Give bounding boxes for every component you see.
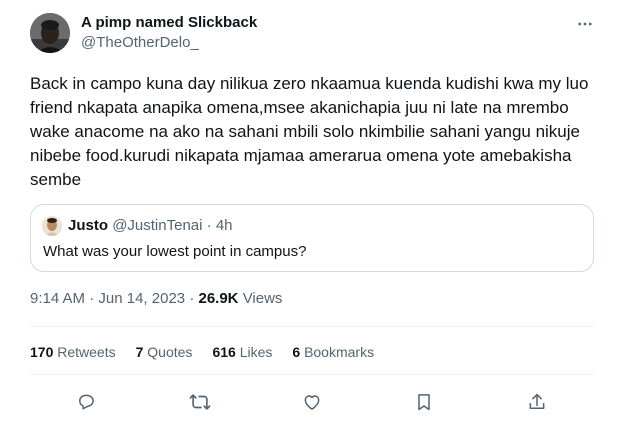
bookmark-button[interactable] (411, 389, 437, 415)
quotes-label: Quotes (147, 344, 193, 360)
divider-bottom (30, 374, 594, 375)
likes-label: Likes (239, 344, 273, 360)
more-icon (578, 22, 592, 26)
reply-icon (79, 394, 94, 410)
share-button[interactable] (524, 389, 550, 415)
tweet-text: Back in campo kuna day nilikua zero nkaa… (30, 74, 589, 189)
likes-stat[interactable]: 616 Likes (212, 344, 272, 360)
retweet-icon (189, 394, 211, 410)
quote-author-name: Justo (68, 217, 109, 234)
tweet-meta: 9:14 AM · Jun 14, 2023 · 26.9K Views (30, 290, 282, 307)
retweets-stat[interactable]: 170 Retweets (30, 344, 116, 360)
quote-age: 4h (215, 217, 233, 234)
tweet-date[interactable]: Jun 14, 2023 (98, 290, 185, 307)
quote-author-handle: @JustinTenai (112, 217, 203, 234)
bookmark-icon (418, 394, 430, 411)
author-name[interactable]: A pimp named Slickback (81, 14, 257, 31)
bookmarks-label: Bookmarks (304, 344, 375, 360)
meta-separator-2: · (189, 290, 195, 307)
quote-separator: · (206, 217, 212, 234)
retweets-count: 170 (30, 344, 54, 360)
share-icon (529, 393, 545, 409)
quote-avatar-image (42, 216, 62, 236)
views-label: Views (242, 290, 283, 307)
quotes-stat[interactable]: 7 Quotes (136, 344, 193, 360)
quote-avatar (42, 216, 62, 236)
tweet-detail: A pimp named Slickback @TheOtherDelo_ Ba… (0, 0, 617, 432)
meta-separator: · (89, 290, 95, 307)
quote-text: What was your lowest point in campus? (43, 243, 307, 260)
author-handle[interactable]: @TheOtherDelo_ (81, 34, 199, 51)
engagement-stats: 170 Retweets 7 Quotes 616 Likes 6 Bookma… (30, 344, 394, 360)
author-avatar-image (30, 13, 70, 53)
more-options-button[interactable] (573, 12, 597, 36)
likes-count: 616 (212, 344, 236, 360)
bookmarks-count: 6 (292, 344, 301, 360)
heart-icon (304, 395, 320, 410)
quoted-tweet[interactable]: Justo @JustinTenai · 4h What was your lo… (30, 204, 594, 272)
reply-button[interactable] (73, 389, 99, 415)
tweet-time[interactable]: 9:14 AM (30, 290, 85, 307)
retweet-button[interactable] (187, 389, 213, 415)
bookmarks-stat[interactable]: 6 Bookmarks (292, 344, 374, 360)
like-button[interactable] (299, 389, 325, 415)
retweets-label: Retweets (57, 344, 116, 360)
divider-top (30, 326, 594, 327)
quote-header: Justo @JustinTenai · 4h (68, 217, 233, 234)
quotes-count: 7 (135, 344, 144, 360)
author-avatar[interactable] (30, 13, 70, 53)
views-count: 26.9K (198, 290, 239, 307)
